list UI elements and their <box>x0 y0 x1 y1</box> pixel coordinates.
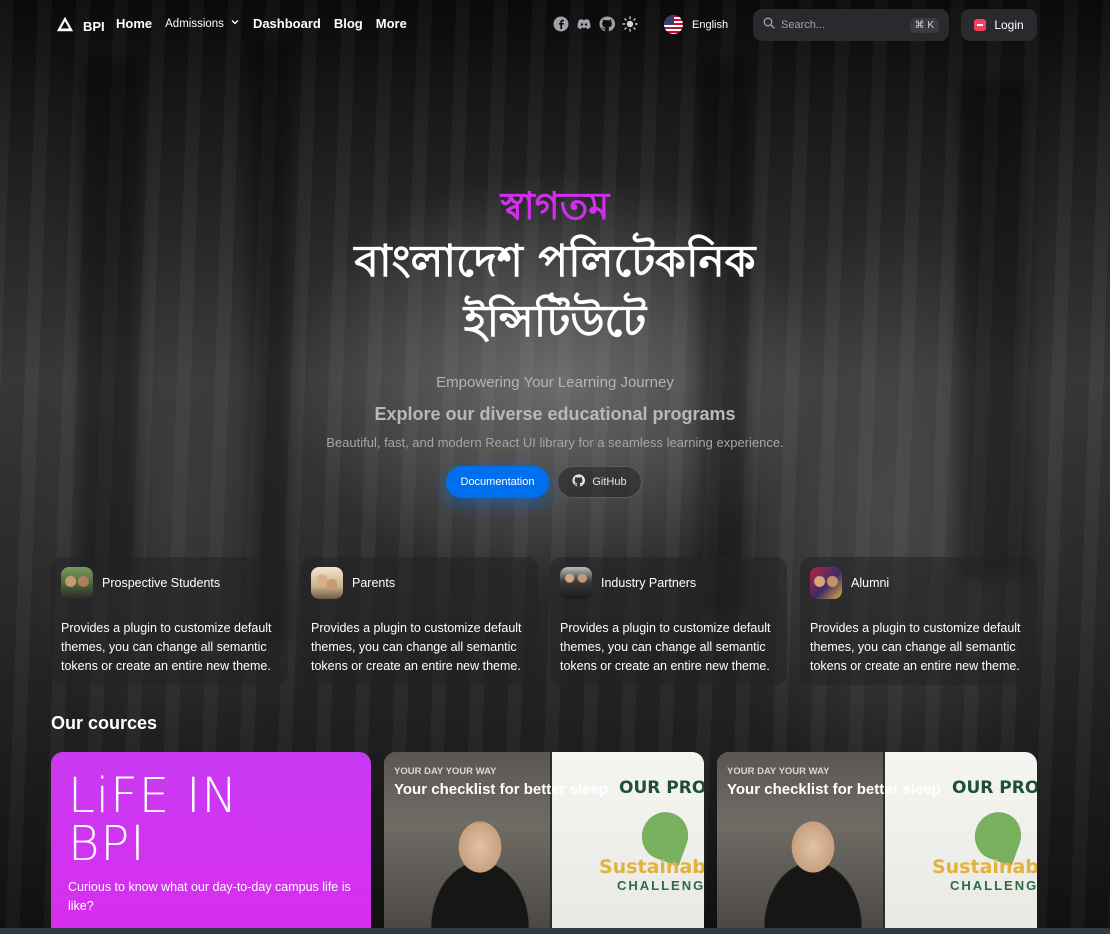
github-button[interactable]: GitHub <box>557 466 642 498</box>
nav-admissions[interactable]: Admissions <box>165 17 240 30</box>
card-text: Provides a plugin to customize default t… <box>311 621 522 673</box>
card-text: Provides a plugin to customize default t… <box>61 621 272 673</box>
course-card-life-in-bpi[interactable]: LiFE IN BPI Curious to know what our day… <box>51 752 371 934</box>
logo-icon <box>56 15 74 38</box>
avatar <box>61 567 93 599</box>
login-button[interactable]: Login <box>961 9 1037 41</box>
card-text: Provides a plugin to customize default t… <box>560 621 771 673</box>
course-headline: Your checklist for better sleep <box>394 781 608 798</box>
nav-admissions-label: Admissions <box>165 17 224 30</box>
github-button-label: GitHub <box>592 476 627 488</box>
poster-sub: CHALLENG <box>617 878 704 893</box>
card-industry-partners[interactable]: Industry Partners Provides a plugin to c… <box>550 557 787 685</box>
login-label: Login <box>994 18 1024 32</box>
nav-dashboard[interactable]: Dashboard <box>253 16 321 31</box>
card-title: Parents <box>352 576 396 590</box>
course-headline: Your checklist for better sleep <box>727 781 941 798</box>
poster-word: Sustainabi <box>599 856 704 878</box>
nav-links: Home Admissions Dashboard Blog More <box>116 16 407 31</box>
poster-word: Sustainabi <box>932 856 1037 878</box>
courses-heading: Our cources <box>51 713 158 733</box>
search-placeholder: Search... <box>781 19 826 31</box>
chevron-down-icon <box>230 17 240 30</box>
course-title-line: LiFE IN <box>68 768 239 824</box>
hero-welcome: স্বাগতম <box>500 184 610 228</box>
poster-title: OUR PROPOSA <box>952 778 1037 798</box>
hero-title: বাংলাদেশ পলিটেকনিক ইন্সিটিউটে <box>354 236 756 347</box>
search-shortcut: ⌘ K <box>909 17 939 33</box>
hero-description: Beautiful, fast, and modern React UI lib… <box>326 435 784 450</box>
course-card-sleep-checklist[interactable]: OUR PROPOSA Sustainabi CHALLENG YOUR DAY… <box>717 752 1037 934</box>
search-input[interactable]: Search... ⌘ K <box>753 9 949 41</box>
github-icon[interactable] <box>599 16 615 32</box>
course-title: LiFE IN BPI <box>68 772 238 868</box>
course-description: Curious to know what our day-to-day camp… <box>68 880 351 913</box>
brand-name: BPI <box>83 19 105 34</box>
course-eyebrow: YOUR DAY YOUR WAY <box>394 766 497 777</box>
course-card-sleep-checklist[interactable]: OUR PROPOSA Sustainabi CHALLENG YOUR DAY… <box>384 752 704 934</box>
sun-icon[interactable] <box>622 16 638 32</box>
audience-cards: Prospective Students Provides a plugin t… <box>51 557 1037 685</box>
brand[interactable]: BPI <box>56 15 105 38</box>
card-prospective-students[interactable]: Prospective Students Provides a plugin t… <box>51 557 288 685</box>
avatar <box>560 567 592 599</box>
discord-icon[interactable] <box>576 16 592 32</box>
navbar: BPI Home Admissions Dashboard Blog More … <box>0 0 1110 50</box>
card-title: Prospective Students <box>102 576 221 590</box>
poster-title: OUR PROPOSA <box>619 778 704 798</box>
card-alumni[interactable]: Alumni Provides a plugin to customize de… <box>800 557 1037 685</box>
card-text: Provides a plugin to customize default t… <box>810 621 1021 673</box>
course-photo <box>717 752 883 934</box>
card-title: Alumni <box>851 576 890 590</box>
login-icon <box>974 19 987 31</box>
card-title: Industry Partners <box>601 576 697 590</box>
documentation-button[interactable]: Documentation <box>446 466 549 498</box>
nav-more[interactable]: More <box>376 16 407 31</box>
window-bottom-bar <box>0 928 1110 934</box>
course-title-line: BPI <box>68 816 146 872</box>
card-parents[interactable]: Parents Provides a plugin to customize d… <box>301 557 538 685</box>
search-icon <box>763 16 775 34</box>
language-label: English <box>692 18 729 31</box>
hero: স্বাগতম বাংলাদেশ পলিটেকনিক ইন্সিটিউটে Em… <box>0 180 1110 391</box>
explore-heading: Explore our diverse educational programs <box>374 404 736 424</box>
social-links <box>553 16 638 32</box>
hero-tagline: Empowering Your Learning Journey <box>436 374 674 391</box>
avatar <box>311 567 343 599</box>
facebook-icon[interactable] <box>553 16 569 32</box>
us-flag-icon <box>664 15 683 34</box>
poster-sub: CHALLENG <box>950 878 1037 893</box>
language-selector[interactable]: English <box>664 15 728 34</box>
nav-blog[interactable]: Blog <box>334 16 363 31</box>
github-icon <box>572 474 586 490</box>
course-photo <box>384 752 550 934</box>
course-eyebrow: YOUR DAY YOUR WAY <box>727 766 830 777</box>
nav-home[interactable]: Home <box>116 16 152 31</box>
avatar <box>810 567 842 599</box>
